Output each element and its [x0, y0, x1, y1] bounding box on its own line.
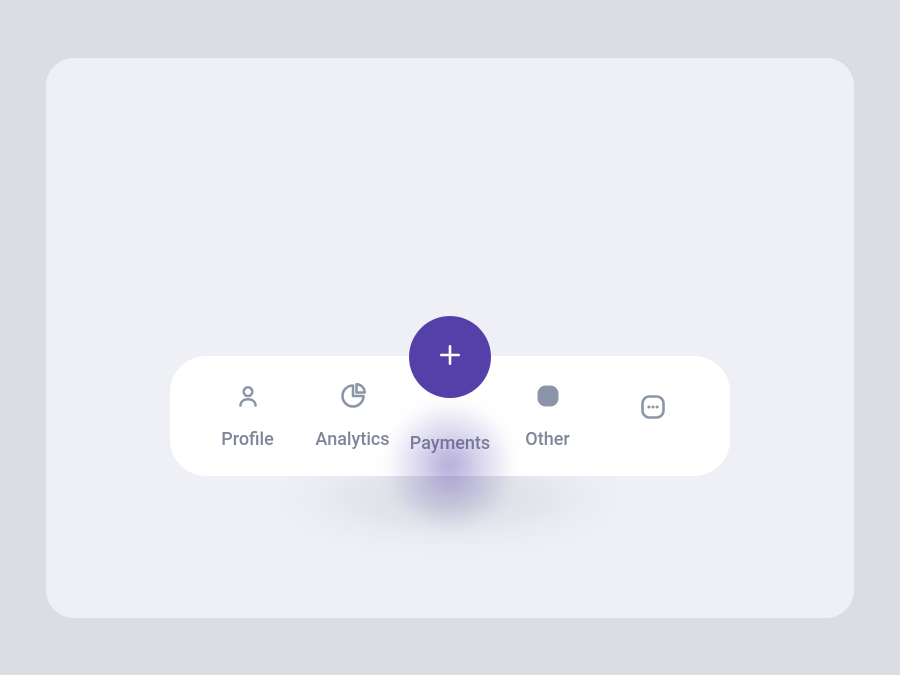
user-icon — [235, 381, 261, 411]
tab-label: Analytics — [315, 429, 389, 450]
add-button[interactable] — [409, 316, 491, 398]
plus-icon — [437, 342, 463, 372]
tab-analytics[interactable]: Analytics — [305, 381, 400, 450]
tab-profile[interactable]: Profile — [200, 381, 295, 450]
bottom-nav: Profile Analytics — [170, 356, 730, 476]
pie-chart-icon — [339, 381, 367, 411]
squircle-icon — [534, 381, 562, 411]
tab-other[interactable]: Other — [500, 381, 595, 450]
tab-label: Other — [525, 429, 569, 450]
more-icon — [639, 392, 667, 422]
center-gap — [410, 415, 490, 416]
tab-more[interactable] — [605, 392, 700, 440]
tab-label: Profile — [221, 429, 274, 450]
app-card: Profile Analytics — [46, 58, 854, 618]
bottom-nav-container: Profile Analytics — [170, 356, 730, 476]
